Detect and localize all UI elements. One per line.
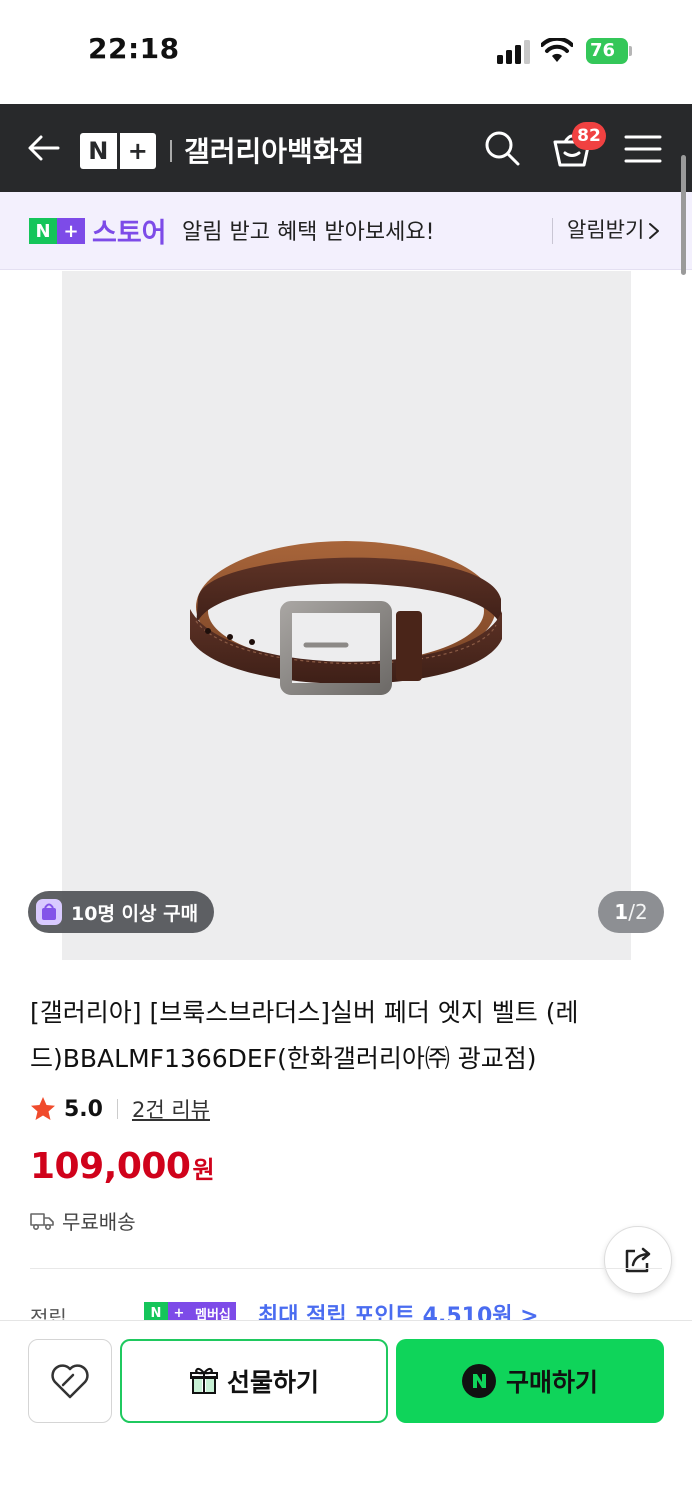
header-divider	[170, 140, 172, 162]
status-bar: 22:18 76	[0, 0, 692, 104]
back-arrow-icon[interactable]	[24, 128, 64, 168]
status-time: 22:18	[88, 32, 180, 65]
nplus-logo[interactable]: N +	[80, 133, 156, 169]
shipping-info: 무료배송	[30, 1206, 136, 1235]
promo-banner[interactable]: N + 스토어 알림 받고 혜택 받아보세요! 알림받기	[0, 192, 692, 270]
search-icon[interactable]	[482, 128, 522, 168]
buy-button[interactable]: 구매하기	[396, 1339, 664, 1423]
price: 109,000 원	[30, 1146, 215, 1187]
rating-row: 5.0 2건 리뷰	[30, 1094, 210, 1124]
notification-link[interactable]: 알림받기	[567, 214, 644, 244]
gift-icon	[189, 1367, 218, 1394]
bottom-action-bar: 선물하기 구매하기	[0, 1320, 692, 1500]
gift-button-label: 선물하기	[226, 1368, 319, 1397]
chevron-right-icon	[649, 223, 659, 239]
signal-icon	[497, 40, 530, 64]
rating-value: 5.0	[64, 1096, 103, 1122]
store-name[interactable]: 갤러리아백화점	[184, 130, 364, 170]
scrollbar[interactable]	[681, 155, 686, 275]
image-page-counter: 1/2	[598, 891, 664, 933]
product-title: [갤러리아] [브룩스브라더스]실버 페더 엣지 벨트 (레드)BBALMF13…	[30, 998, 579, 1073]
nplus-store-logo: N +	[29, 218, 85, 244]
cart-badge: 82	[572, 122, 606, 150]
star-icon	[31, 1097, 55, 1120]
rating-divider	[116, 1099, 118, 1119]
review-link[interactable]: 2건 리뷰	[132, 1094, 210, 1124]
heart-icon	[51, 1364, 89, 1399]
promo-store-label: 스토어	[92, 218, 167, 249]
promo-logo-plus: +	[57, 218, 85, 244]
gift-button[interactable]: 선물하기	[120, 1339, 388, 1423]
total-pages: 2	[634, 900, 648, 924]
wishlist-button[interactable]	[28, 1339, 112, 1423]
info-divider	[30, 1268, 662, 1269]
belt-photo	[190, 541, 502, 695]
promo-message: 알림 받고 혜택 받아보세요!	[182, 220, 435, 245]
buy-button-label: 구매하기	[505, 1368, 598, 1397]
price-amount: 109,000	[30, 1146, 191, 1187]
share-icon	[625, 1247, 651, 1273]
promo-logo-n: N	[29, 218, 57, 244]
product-image[interactable]	[62, 271, 631, 960]
battery-level: 76	[586, 38, 628, 64]
battery-icon: 76	[586, 38, 632, 64]
buyers-badge: 10명 이상 구매	[28, 891, 215, 933]
app-header: N + 갤러리아백화점 82	[0, 104, 692, 192]
logo-n: N	[88, 137, 109, 165]
price-unit: 원	[192, 1156, 215, 1184]
bag-icon	[36, 899, 62, 925]
menu-icon[interactable]	[624, 132, 662, 166]
wifi-icon	[541, 38, 573, 62]
promo-divider	[552, 218, 553, 244]
truck-icon	[30, 1212, 54, 1230]
naver-pay-icon	[461, 1364, 496, 1398]
shipping-text: 무료배송	[62, 1210, 136, 1234]
logo-plus: +	[116, 133, 157, 169]
page-separator: /	[628, 900, 635, 924]
current-page: 1	[614, 900, 629, 924]
buyers-badge-text: 10명 이상 구매	[71, 902, 199, 925]
share-button[interactable]	[604, 1226, 672, 1294]
